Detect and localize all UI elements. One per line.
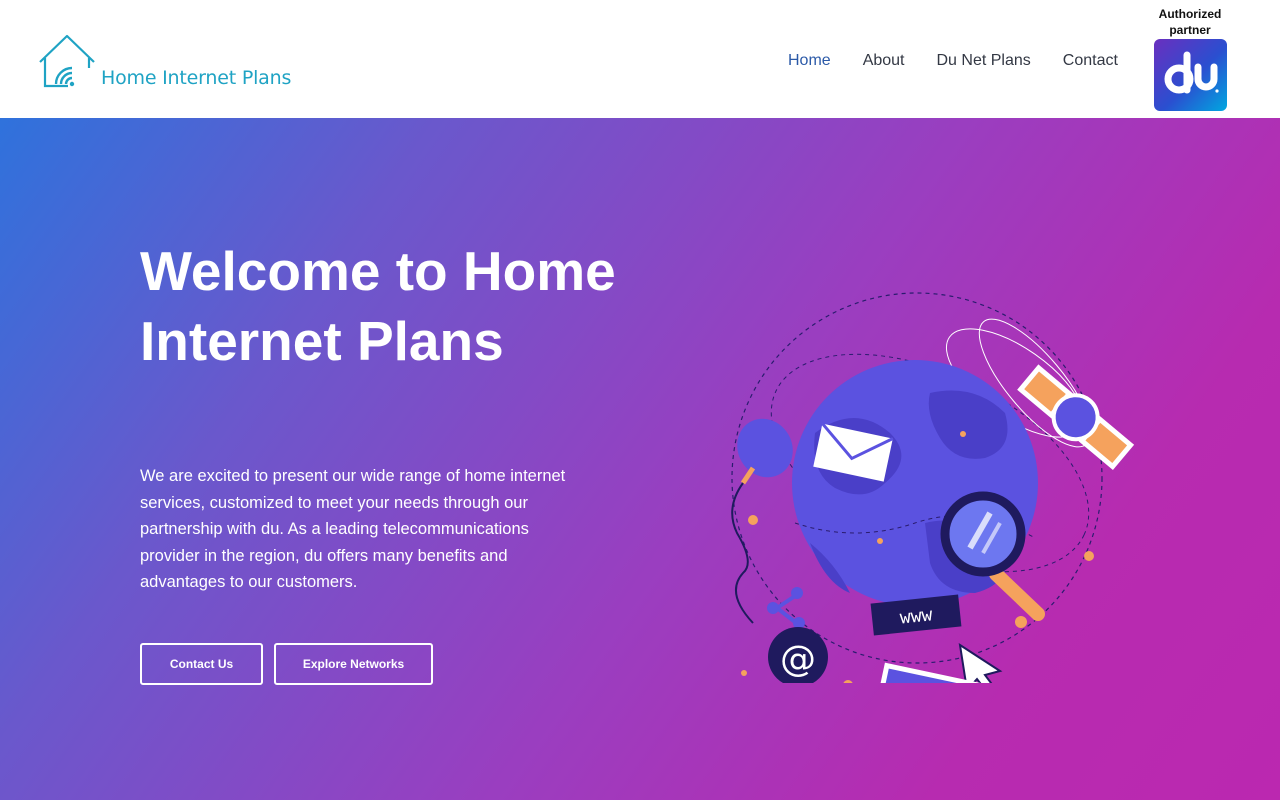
hero-description: We are excited to present our wide range… [140, 467, 566, 591]
nav-contact[interactable]: Contact [1063, 52, 1118, 70]
nav-du-net-plans[interactable]: Du Net Plans [937, 52, 1031, 70]
authorized-partner: Authorized partner [1150, 6, 1230, 111]
site-logo[interactable]: Home Internet Plans [38, 34, 298, 94]
du-logo[interactable] [1154, 39, 1227, 111]
main-nav: Home About Du Net Plans Contact [788, 52, 1150, 70]
orange-dot [960, 431, 966, 437]
at-symbol: @ [780, 639, 816, 680]
cursor-icon [958, 642, 1003, 683]
hero-title: Welcome to Home Internet Plans [140, 240, 616, 372]
contact-us-button[interactable]: Contact Us [140, 643, 263, 685]
orange-dot [1084, 551, 1094, 561]
partner-label: Authorized partner [1158, 7, 1222, 37]
du-logo-mark [1164, 51, 1219, 94]
internet-globe-illustration: www @ [731, 292, 1135, 683]
explore-networks-button[interactable]: Explore Networks [274, 643, 433, 685]
orange-dot [1015, 616, 1027, 628]
orange-dot [741, 670, 747, 676]
www-label: www [899, 604, 934, 628]
site-header: Home Internet Plans Home About Du Net Pl… [0, 0, 1280, 118]
nav-home[interactable]: Home [788, 52, 831, 70]
orange-dot [843, 680, 853, 683]
hero-section: Welcome to Home Internet Plans We are ex… [0, 118, 1280, 800]
nav-about[interactable]: About [863, 52, 905, 70]
logo-text: Home Internet Plans [101, 67, 292, 89]
orange-dot [877, 538, 883, 544]
orange-dot [748, 515, 758, 525]
house-wifi-icon [39, 34, 95, 88]
